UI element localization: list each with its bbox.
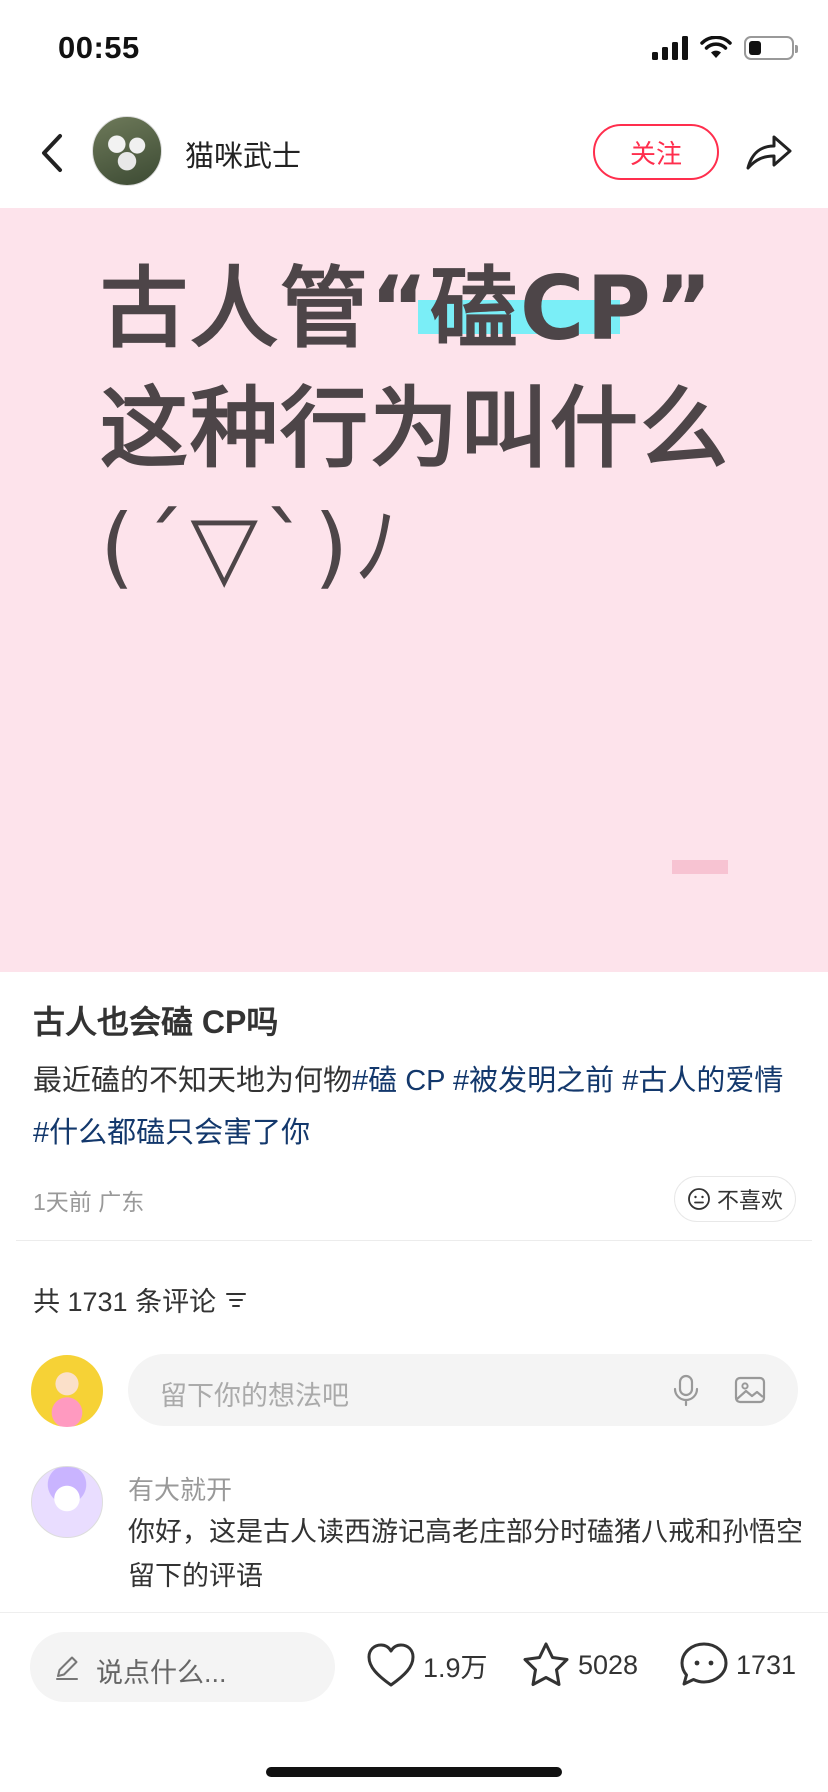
follow-button[interactable]: 关注 (593, 124, 719, 180)
comment-count: 共 1731 条评论 (33, 1280, 248, 1319)
hashtag[interactable]: #什么都磕只会害了你 (33, 1117, 310, 1149)
bottom-input-placeholder: 说点什么... (96, 1658, 227, 1688)
microphone-icon[interactable] (668, 1372, 704, 1408)
post-meta: 1天前 广东 (33, 1183, 144, 1217)
comment-input[interactable]: 留下你的想法吧 (128, 1354, 798, 1426)
heart-icon (367, 1643, 415, 1687)
comment-bubble-icon (680, 1642, 728, 1686)
status-time: 00:55 (58, 30, 140, 65)
comment-count-label: 共 1731 条评论 (33, 1287, 217, 1317)
comment-input-placeholder: 留下你的想法吧 (160, 1381, 349, 1411)
commenter-name[interactable]: 有大就开 (128, 1470, 232, 1507)
status-bar: 00:55 (0, 0, 828, 100)
battery-icon (744, 36, 798, 60)
bottom-action-bar: 说点什么... 1.9万 5028 1731 (0, 1612, 828, 1792)
post-body-text: 最近磕的不知天地为何物 (33, 1065, 353, 1097)
like-count: 1.9万 (423, 1652, 488, 1683)
commenter-avatar[interactable] (31, 1466, 103, 1538)
hashtag[interactable]: #被发明之前 (453, 1065, 614, 1097)
post-title: 古人也会磕 CP吗 (33, 1004, 279, 1040)
hero-text-line-2: 这种行为叫什么 (100, 377, 731, 480)
star-icon (523, 1642, 569, 1686)
image-page-indicator (672, 860, 728, 874)
hashtag[interactable]: #磕 CP (352, 1065, 445, 1097)
post-time: 1天前 (33, 1189, 92, 1215)
back-chevron-icon[interactable] (32, 128, 72, 178)
dislike-label: 不喜欢 (716, 1188, 783, 1213)
author-avatar[interactable] (92, 116, 162, 186)
comment-text: 你好，这是古人读西游记高老庄部分时磕猪八戒和孙悟空留下的评语 (128, 1517, 803, 1591)
cellular-signal-icon (652, 36, 688, 60)
comment-button[interactable]: 1731 (678, 1635, 796, 1695)
favorite-button[interactable]: 5028 (520, 1635, 638, 1695)
status-icons (652, 36, 798, 60)
comment-total-count: 1731 (736, 1649, 797, 1680)
home-indicator (266, 1767, 562, 1777)
share-arrow-icon[interactable] (744, 126, 794, 176)
hero-emoticon: (´▽`)ﾉ (100, 495, 405, 598)
post-image[interactable]: 古人管“磕CP” 这种行为叫什么 (´▽`)ﾉ (0, 208, 828, 972)
dislike-button[interactable]: 不喜欢 (674, 1176, 796, 1222)
wifi-icon (700, 36, 732, 58)
post-location: 广东 (98, 1189, 145, 1215)
sort-filter-icon[interactable] (224, 1290, 248, 1310)
favorite-count: 5028 (578, 1649, 639, 1680)
hashtag[interactable]: #古人的爱情 (622, 1065, 783, 1097)
bottom-comment-input[interactable]: 说点什么... (30, 1632, 335, 1702)
image-icon[interactable] (732, 1372, 768, 1408)
pencil-icon (56, 1656, 78, 1680)
neutral-face-icon (688, 1188, 710, 1210)
current-user-avatar (31, 1355, 103, 1427)
divider (16, 1240, 812, 1241)
hero-text-line-1: 古人管“磕CP” (100, 257, 715, 360)
author-name[interactable]: 猫咪武士 (185, 133, 301, 175)
post-body: 最近磕的不知天地为何物#磕 CP #被发明之前 #古人的爱情 #什么都磕只会害了… (33, 1055, 803, 1159)
like-button[interactable]: 1.9万 (365, 1635, 488, 1695)
